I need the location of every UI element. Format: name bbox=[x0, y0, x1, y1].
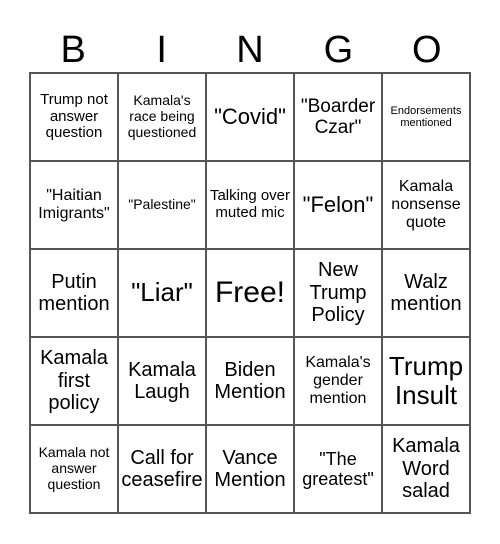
bingo-cell[interactable]: Call for ceasefire bbox=[118, 425, 206, 513]
bingo-cell[interactable]: Kamala's race being questioned bbox=[118, 73, 206, 161]
bingo-cell[interactable]: Talking over muted mic bbox=[206, 161, 294, 249]
bingo-header: B I N G O bbox=[29, 28, 471, 72]
bingo-cell[interactable]: Kamala's gender mention bbox=[294, 337, 382, 425]
bingo-cell[interactable]: Endorsements mentioned bbox=[382, 73, 470, 161]
bingo-cell[interactable]: "Boarder Czar" bbox=[294, 73, 382, 161]
bingo-grid: Trump not answer question Kamala's race … bbox=[29, 72, 471, 514]
bingo-cell[interactable]: "The greatest" bbox=[294, 425, 382, 513]
bingo-cell[interactable]: "Liar" bbox=[118, 249, 206, 337]
header-letter-g: G bbox=[323, 29, 354, 71]
bingo-cell[interactable]: Kamala Word salad bbox=[382, 425, 470, 513]
bingo-cell[interactable]: Kamala nonsense quote bbox=[382, 161, 470, 249]
free-space[interactable]: Free! bbox=[206, 249, 294, 337]
header-letter-b: B bbox=[60, 29, 86, 71]
bingo-cell[interactable]: "Covid" bbox=[206, 73, 294, 161]
bingo-cell[interactable]: "Haitian Imigrants" bbox=[30, 161, 118, 249]
header-letter-i: I bbox=[156, 29, 167, 71]
bingo-cell[interactable]: Vance Mention bbox=[206, 425, 294, 513]
bingo-cell[interactable]: Walz mention bbox=[382, 249, 470, 337]
bingo-cell[interactable]: Kamala Laugh bbox=[118, 337, 206, 425]
bingo-cell[interactable]: "Palestine" bbox=[118, 161, 206, 249]
bingo-cell[interactable]: Biden Mention bbox=[206, 337, 294, 425]
bingo-cell[interactable]: "Felon" bbox=[294, 161, 382, 249]
bingo-cell[interactable]: Kamala not answer question bbox=[30, 425, 118, 513]
bingo-cell[interactable]: Putin mention bbox=[30, 249, 118, 337]
bingo-cell[interactable]: Trump not answer question bbox=[30, 73, 118, 161]
bingo-cell[interactable]: Trump Insult bbox=[382, 337, 470, 425]
header-letter-n: N bbox=[236, 29, 264, 71]
bingo-cell[interactable]: Kamala first policy bbox=[30, 337, 118, 425]
bingo-cell[interactable]: New Trump Policy bbox=[294, 249, 382, 337]
header-letter-o: O bbox=[412, 29, 442, 71]
